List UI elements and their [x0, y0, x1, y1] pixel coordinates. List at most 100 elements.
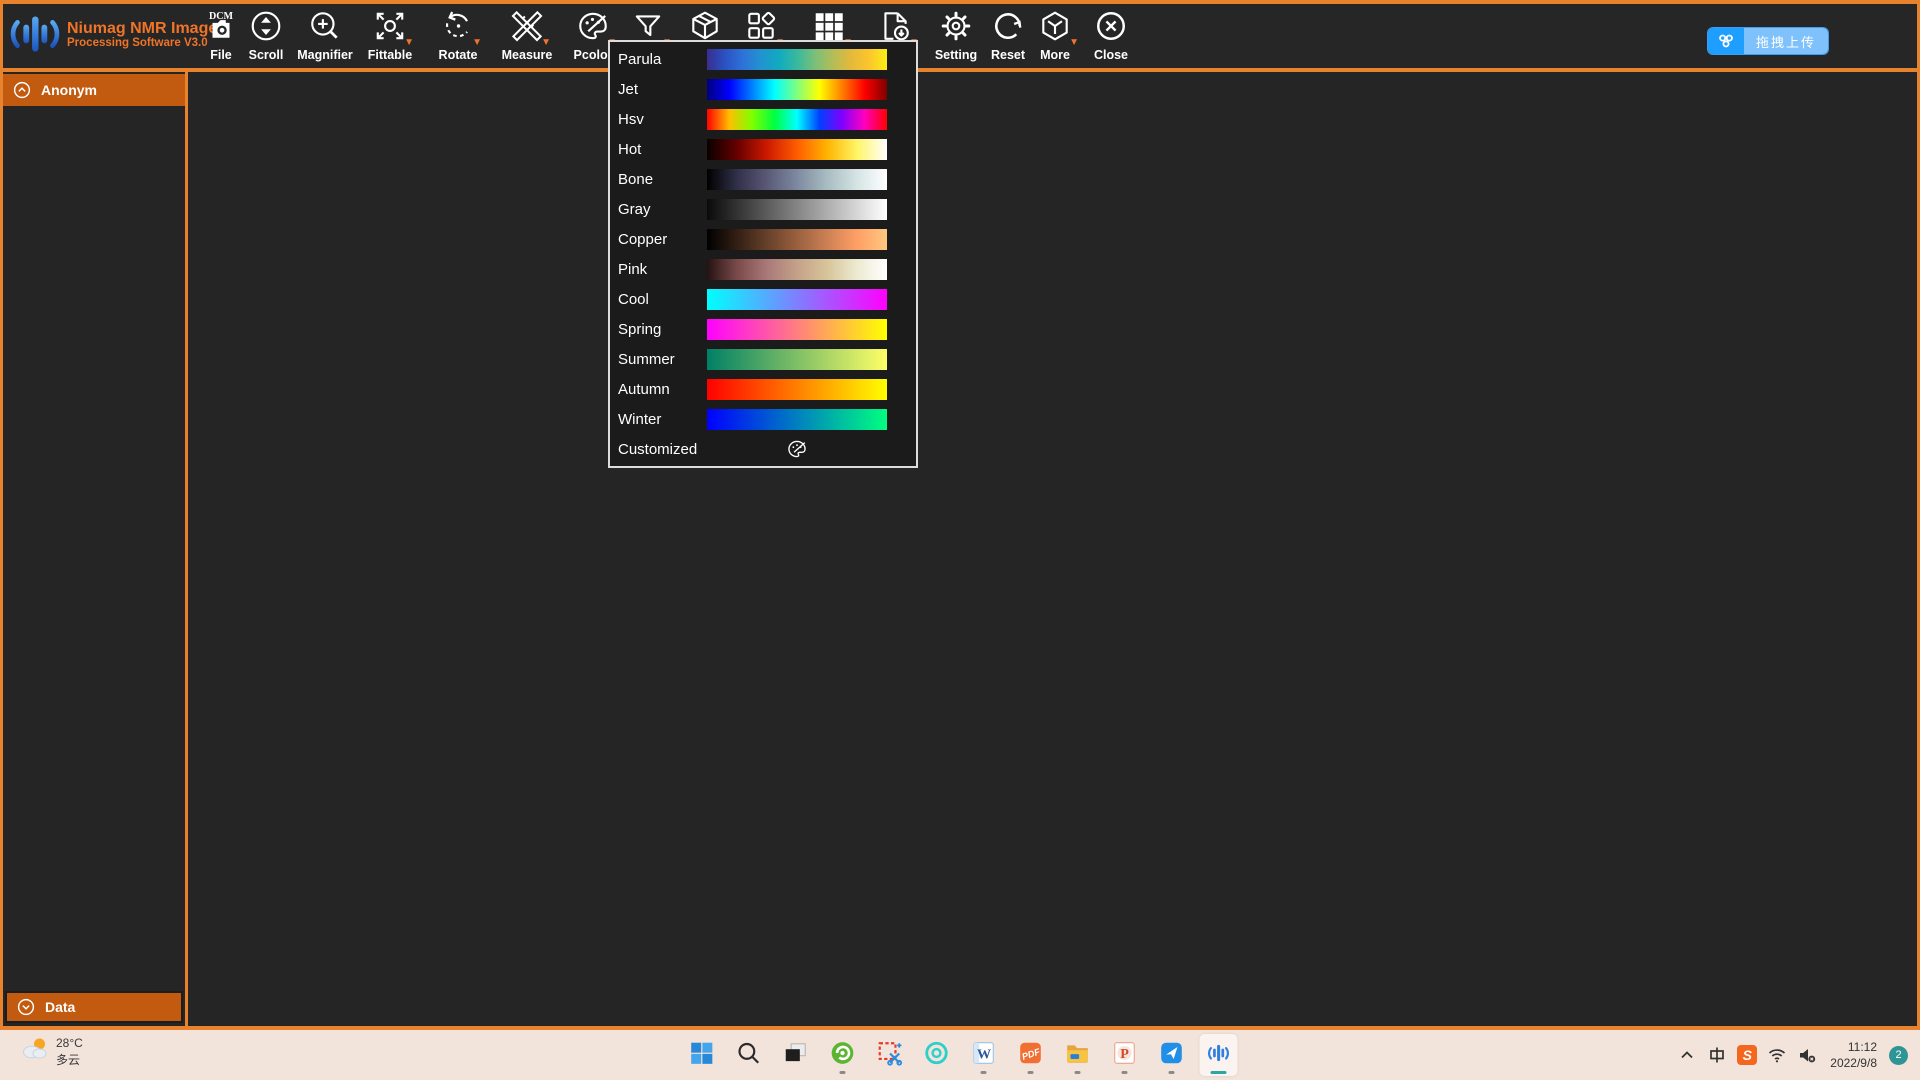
- toolbar-item-label: Scroll: [234, 48, 298, 62]
- pcolor-icon: ▼: [576, 9, 610, 43]
- colormap-item-hot[interactable]: Hot: [610, 134, 916, 164]
- summer-gradient-bar: [707, 349, 887, 370]
- toolbar-item-label: Rotate: [426, 48, 490, 62]
- windows-taskbar: 28°C 多云 W PDF P S 11:12 2022/9/8 2: [0, 1030, 1920, 1080]
- nmr-app-window: Niumag NMR Image Processing Software V3.…: [0, 0, 1920, 1030]
- toolbar-item-rotate[interactable]: ▼Rotate: [426, 9, 490, 62]
- tray-ime-indicator-icon[interactable]: [1704, 1040, 1730, 1070]
- word-icon: W: [971, 1040, 997, 1071]
- taskbar-app-search[interactable]: [730, 1034, 768, 1076]
- colormap-item-customized[interactable]: Customized: [610, 434, 916, 464]
- running-indicator: [1028, 1071, 1034, 1074]
- taskbar-app-screenshot-tool[interactable]: [871, 1034, 909, 1076]
- colormap-item-cool[interactable]: Cool: [610, 284, 916, 314]
- fittable-icon: ▼: [373, 9, 407, 43]
- desktop-screen: Niumag NMR Image Processing Software V3.…: [0, 0, 1920, 1080]
- colormap-item-hsv[interactable]: Hsv: [610, 104, 916, 134]
- toolbar-item-label: More: [1023, 48, 1087, 62]
- weather-text: 28°C 多云: [56, 1035, 83, 1067]
- colormap-item-spring[interactable]: Spring: [610, 314, 916, 344]
- image-canvas[interactable]: [191, 72, 1917, 1026]
- colormap-label: Jet: [618, 81, 707, 98]
- browser-360-icon: [830, 1040, 856, 1071]
- dropdown-caret-icon[interactable]: ▼: [404, 37, 414, 48]
- screenshot-tool-icon: [877, 1040, 903, 1071]
- weather-temp: 28°C: [56, 1035, 83, 1051]
- shapes-icon: ▼: [744, 9, 778, 43]
- autumn-gradient-bar: [707, 379, 887, 400]
- colormap-dropdown-menu: Parula Jet Hsv Hot BoneGrayCopperPink Cool Spr…: [608, 40, 918, 468]
- drag-upload-widget[interactable]: 拖拽上传: [1708, 28, 1828, 54]
- tray-sogou-input-icon[interactable]: S: [1734, 1040, 1760, 1070]
- pdf-reader-icon: PDF: [1018, 1040, 1044, 1071]
- tray-wifi-icon[interactable]: [1764, 1040, 1790, 1070]
- expand-down-icon: [17, 998, 35, 1016]
- weather-widget[interactable]: 28°C 多云: [12, 1033, 91, 1070]
- toolbar-item-close[interactable]: Close: [1079, 9, 1143, 62]
- toolbar-item-magnifier[interactable]: Magnifier: [293, 9, 357, 62]
- main-toolbar: Niumag NMR Image Processing Software V3.…: [3, 4, 1917, 68]
- sogou-s-icon: S: [1737, 1045, 1757, 1065]
- colormap-label: Hot: [618, 141, 707, 158]
- taskbar-app-messenger-app[interactable]: [1153, 1034, 1191, 1076]
- taskbar-clock[interactable]: 11:12 2022/9/8: [1830, 1039, 1877, 1071]
- collapse-up-icon: [13, 81, 31, 99]
- dropdown-caret-icon[interactable]: ▼: [1069, 37, 1079, 48]
- app-brand: Niumag NMR Image Processing Software V3.…: [7, 6, 217, 64]
- taskbar-app-pdf-reader[interactable]: PDF: [1012, 1034, 1050, 1076]
- colormap-label: Cool: [618, 291, 707, 308]
- taskbar-app-icons: W PDF P: [683, 1030, 1238, 1080]
- jet-gradient-bar: [707, 79, 887, 100]
- taskbar-app-start[interactable]: [683, 1034, 721, 1076]
- taskbar-app-browser-360[interactable]: [824, 1034, 862, 1076]
- partly-cloudy-icon: [20, 1035, 50, 1068]
- colormap-item-winter[interactable]: Winter: [610, 404, 916, 434]
- colormap-item-bone[interactable]: Bone: [610, 164, 916, 194]
- dropdown-caret-icon[interactable]: ▼: [472, 37, 482, 48]
- parula-gradient-bar: [707, 49, 887, 70]
- notification-badge[interactable]: 2: [1889, 1046, 1908, 1065]
- colormap-item-summer[interactable]: Summer: [610, 344, 916, 374]
- sidebar-panel-data[interactable]: Data: [5, 991, 183, 1023]
- taskbar-app-word[interactable]: W: [965, 1034, 1003, 1076]
- taskbar-app-powerpoint[interactable]: P: [1106, 1034, 1144, 1076]
- more-icon: ▼: [1038, 9, 1072, 43]
- baidu-netdisk-icon: [1708, 28, 1744, 54]
- toolbar-item-more[interactable]: ▼More: [1023, 9, 1087, 62]
- taskbar-app-teal-ring-app[interactable]: [918, 1034, 956, 1076]
- taskbar-app-file-explorer[interactable]: [1059, 1034, 1097, 1076]
- colormap-item-gray[interactable]: Gray: [610, 194, 916, 224]
- colormap-item-jet[interactable]: Jet: [610, 74, 916, 104]
- colormap-item-pink[interactable]: Pink: [610, 254, 916, 284]
- nmr-wave-logo-icon: [7, 6, 63, 64]
- colormap-label: Parula: [618, 51, 707, 68]
- filter-icon: ▼: [631, 9, 665, 43]
- close-icon: [1094, 9, 1128, 43]
- svg-text:P: P: [1120, 1045, 1129, 1061]
- colormap-item-copper[interactable]: Copper: [610, 224, 916, 254]
- taskbar-app-task-view[interactable]: [777, 1034, 815, 1076]
- colormap-item-autumn[interactable]: Autumn: [610, 374, 916, 404]
- pink-gradient-bar: [707, 259, 887, 280]
- grid-icon: ▼: [812, 9, 846, 43]
- start-icon: [689, 1040, 715, 1071]
- gray-gradient-bar: [707, 199, 887, 220]
- colormap-label: Hsv: [618, 111, 707, 128]
- tray-hidden-icons-chevron[interactable]: [1674, 1040, 1700, 1070]
- toolbar-item-measure[interactable]: ▼Measure: [495, 9, 559, 62]
- nmr-app-icon: [1206, 1040, 1232, 1071]
- colormap-item-parula[interactable]: Parula: [610, 44, 916, 74]
- winter-gradient-bar: [707, 409, 887, 430]
- tray-volume-muted-icon[interactable]: [1794, 1040, 1820, 1070]
- colormap-label: Summer: [618, 351, 707, 368]
- toolbar-item-scroll[interactable]: Scroll: [234, 9, 298, 62]
- messenger-app-icon: [1159, 1040, 1185, 1071]
- left-sidebar: Anonym Data: [3, 72, 188, 1026]
- dropdown-caret-icon[interactable]: ▼: [541, 37, 551, 48]
- running-indicator: [1211, 1071, 1227, 1074]
- colormap-label: Customized: [618, 441, 707, 458]
- sidebar-panel-anonym[interactable]: Anonym: [3, 74, 185, 106]
- taskbar-app-nmr-app[interactable]: [1200, 1034, 1238, 1076]
- magnifier-icon: [308, 9, 342, 43]
- toolbar-item-fittable[interactable]: ▼Fittable: [358, 9, 422, 62]
